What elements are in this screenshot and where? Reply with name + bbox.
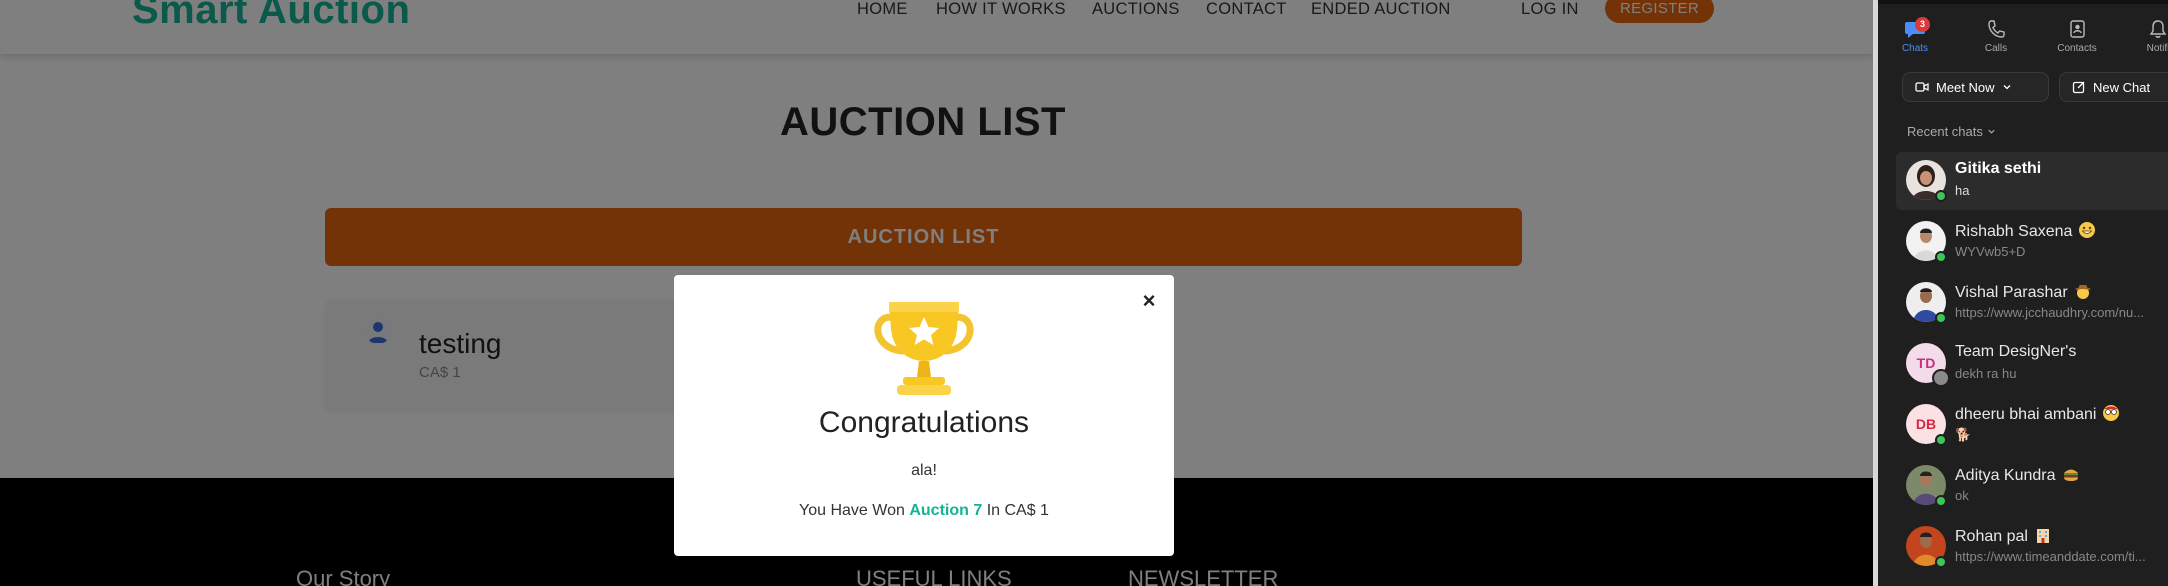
- presence-dot: [1935, 190, 1947, 202]
- face-emoji-icon: [2103, 405, 2120, 421]
- chat-item-aditya-kundra[interactable]: Aditya Kundra ok: [1896, 457, 2168, 515]
- presence-dot: [1935, 556, 1947, 568]
- presence-dot: [1935, 495, 1947, 507]
- modal-message: ala!: [911, 462, 937, 479]
- tab-chats-label: Chats: [1901, 43, 1929, 54]
- chat-name: Rohan pal: [1955, 526, 2052, 546]
- chat-item-vishal-parashar[interactable]: Vishal Parashar https://www.jcchaudhry.c…: [1896, 274, 2168, 332]
- tab-contacts-label: Contacts: [2057, 43, 2097, 54]
- congratulations-modal: × Congratulations ala! You Have Won Auct…: [674, 275, 1174, 556]
- chat-preview: ha: [1955, 183, 1970, 198]
- chat-name: Gitika sethi: [1955, 160, 2042, 177]
- chat-item-dheeru-bhai-ambani[interactable]: DB dheeru bhai ambani 🐕: [1896, 396, 2168, 454]
- chat-name-text: Aditya Kundra: [1955, 467, 2056, 484]
- chat-name: Rishabh Saxena: [1955, 221, 2096, 241]
- chat-name-text: Rohan pal: [1955, 528, 2028, 545]
- chat-name: Aditya Kundra: [1955, 465, 2080, 485]
- chat-item-gitika-sethi[interactable]: Gitika sethi ha: [1896, 152, 2168, 210]
- tab-calls-label: Calls: [1984, 43, 2008, 54]
- chat-panel: Chats 3 Calls Contacts Notifi Meet Now N…: [1878, 0, 2168, 586]
- chat-name: Vishal Parashar: [1955, 282, 2092, 302]
- group-member-avatar: [1932, 369, 1950, 387]
- unread-badge: 3: [1915, 17, 1930, 32]
- presence-dot: [1935, 434, 1947, 446]
- phone-icon: [1988, 20, 2005, 38]
- burger-emoji-icon: [2063, 469, 2078, 481]
- tab-calls[interactable]: Calls: [1966, 18, 2026, 54]
- close-icon[interactable]: ×: [1139, 290, 1159, 312]
- building-emoji-icon: [2036, 529, 2049, 543]
- presence-dot: [1935, 251, 1947, 263]
- chevron-down-icon: [2003, 85, 2010, 90]
- chat-name-text: Rishabh Saxena: [1955, 223, 2073, 240]
- new-chat-label: New Chat: [2093, 79, 2151, 95]
- chat-item-rohan-pal[interactable]: Rohan pal https://www.timeanddate.com/ti…: [1896, 518, 2168, 576]
- won-suffix: In CA$ 1: [986, 502, 1049, 519]
- chat-item-team-designers[interactable]: TD Team DesigNer's dekh ra hu: [1896, 335, 2168, 393]
- won-prefix: You Have Won: [799, 502, 905, 519]
- chat-preview: dekh ra hu: [1955, 366, 2017, 381]
- trophy-icon: [874, 302, 974, 395]
- website: Smart Auction HOME HOW IT WORKS AUCTIONS…: [0, 0, 1873, 586]
- meet-now-button[interactable]: Meet Now: [1902, 72, 2049, 102]
- chat-preview: ok: [1955, 488, 1969, 503]
- tab-notifications[interactable]: Notifi: [2128, 18, 2168, 54]
- chat-name-text: dheeru bhai ambani: [1955, 406, 2097, 423]
- tab-contacts[interactable]: Contacts: [2047, 18, 2107, 54]
- chat-top-edge: [1878, 0, 2168, 4]
- tab-notifications-label: Notifi: [2146, 43, 2168, 54]
- chat-preview: WYVwb5+D: [1955, 244, 2026, 259]
- chat-preview: 🐕: [1955, 427, 1972, 442]
- video-icon: [1915, 82, 1929, 92]
- cowboy-emoji-icon: [2074, 285, 2091, 299]
- chat-name: dheeru bhai ambani: [1955, 404, 2120, 424]
- grinning-emoji-icon: [2079, 222, 2096, 238]
- modal-won-line: You Have Won Auction 7 In CA$ 1: [674, 502, 1174, 520]
- chat-preview: https://www.jcchaudhry.com/nu...: [1955, 305, 2145, 320]
- contacts-icon: [2070, 20, 2085, 38]
- chat-item-rishabh-saxena[interactable]: Rishabh Saxena WYVwb5+D: [1896, 213, 2168, 271]
- new-chat-button[interactable]: New Chat: [2059, 72, 2168, 102]
- recent-chats-header[interactable]: Recent chats: [1907, 124, 1996, 139]
- modal-heading: Congratulations: [818, 406, 1030, 439]
- bell-icon: [2149, 20, 2167, 38]
- chevron-down-icon: [1987, 129, 1995, 134]
- auction-link[interactable]: Auction 7: [909, 502, 982, 519]
- recent-chats-label: Recent chats: [1907, 124, 1983, 139]
- presence-dot: [1935, 312, 1947, 324]
- chat-name: Team DesigNer's: [1955, 343, 2077, 360]
- compose-icon: [2072, 81, 2085, 94]
- chat-name-text: Vishal Parashar: [1955, 284, 2068, 301]
- meet-now-label: Meet Now: [1936, 79, 1995, 95]
- chat-preview: https://www.timeanddate.com/ti...: [1955, 549, 2146, 564]
